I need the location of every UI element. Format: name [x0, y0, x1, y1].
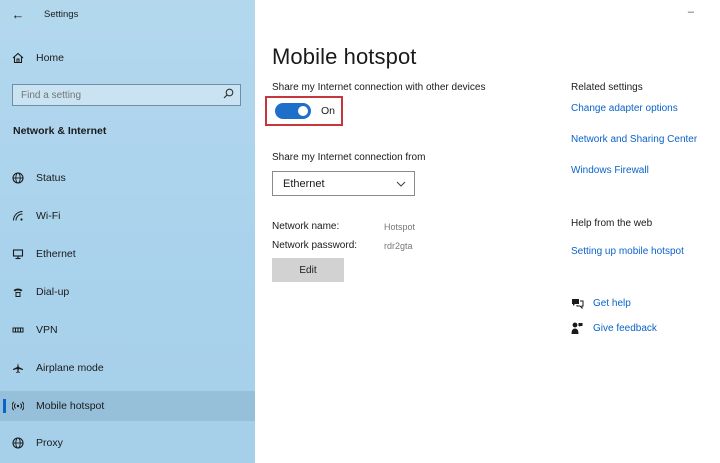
app-title: Settings — [44, 8, 79, 20]
globe-icon — [0, 172, 36, 184]
sidebar-item-label: Airplane mode — [36, 362, 104, 374]
share-from-value: Ethernet — [283, 177, 325, 190]
back-arrow-icon[interactable]: ← — [0, 7, 36, 22]
sidebar-item-label: Wi-Fi — [36, 210, 61, 222]
page-title: Mobile hotspot — [272, 44, 417, 69]
sidebar-item-status[interactable]: Status — [0, 163, 255, 193]
sidebar-item-mobile-hotspot[interactable]: Mobile hotspot — [0, 391, 255, 421]
globe-icon — [0, 437, 36, 449]
chevron-down-icon — [396, 178, 406, 190]
toggle-state-label: On — [321, 105, 336, 117]
hotspot-icon — [0, 400, 36, 412]
sidebar-item-dialup[interactable]: Dial-up — [0, 277, 255, 307]
sidebar-item-label: Proxy — [36, 437, 63, 449]
vpn-icon — [0, 324, 36, 336]
feedback-person-icon — [571, 322, 593, 335]
sidebar-item-airplane[interactable]: Airplane mode — [0, 353, 255, 383]
share-from-label: Share my Internet connection from — [272, 152, 426, 163]
toggle-knob — [298, 106, 308, 116]
sidebar-item-label: VPN — [36, 324, 58, 336]
title-bar: ← Settings — [0, 0, 255, 28]
give-feedback-row[interactable]: Give feedback — [571, 322, 657, 335]
ethernet-icon — [0, 248, 36, 260]
search-icon[interactable] — [223, 86, 234, 104]
search-field[interactable] — [12, 84, 241, 106]
hotspot-toggle[interactable] — [275, 103, 311, 119]
get-help-row[interactable]: Get help — [571, 297, 631, 309]
sidebar-item-label: Dial-up — [36, 286, 70, 298]
sidebar-item-label: Status — [36, 172, 66, 184]
edit-button[interactable]: Edit — [272, 258, 344, 282]
setting-up-hotspot-link[interactable]: Setting up mobile hotspot — [571, 246, 684, 257]
sidebar-item-label: Mobile hotspot — [36, 400, 105, 412]
sidebar-item-vpn[interactable]: VPN — [0, 315, 255, 345]
network-password-label: Network password: — [272, 240, 358, 251]
chat-help-icon — [571, 297, 593, 309]
sidebar-item-label: Ethernet — [36, 248, 76, 260]
search-input[interactable] — [21, 89, 201, 101]
share-label: Share my Internet connection with other … — [272, 82, 486, 93]
help-heading: Help from the web — [571, 218, 653, 229]
sidebar-item-label: Home — [36, 52, 65, 64]
get-help-label: Get help — [593, 297, 631, 309]
network-name-value: Hotspot — [384, 222, 416, 232]
minimize-button[interactable]: – — [688, 6, 694, 18]
sidebar: ← Settings Home Network & Internet Statu… — [0, 0, 255, 463]
network-sharing-center-link[interactable]: Network and Sharing Center — [571, 134, 697, 145]
sidebar-item-wifi[interactable]: Wi-Fi — [0, 201, 255, 231]
sidebar-item-home[interactable]: Home — [0, 43, 255, 73]
give-feedback-label: Give feedback — [593, 323, 657, 334]
airplane-icon — [0, 362, 36, 374]
sidebar-item-ethernet[interactable]: Ethernet — [0, 239, 255, 269]
network-password-value: rdr2gta — [384, 241, 413, 251]
phone-icon — [0, 286, 36, 298]
sidebar-item-proxy[interactable]: Proxy — [0, 428, 255, 458]
change-adapter-options-link[interactable]: Change adapter options — [571, 103, 678, 114]
toggle-highlight: On — [265, 96, 343, 126]
related-settings-heading: Related settings — [571, 82, 643, 93]
section-title: Network & Internet — [13, 125, 107, 137]
windows-firewall-link[interactable]: Windows Firewall — [571, 165, 649, 176]
share-from-select[interactable]: Ethernet — [272, 171, 415, 196]
home-icon — [0, 52, 36, 64]
wifi-icon — [0, 210, 36, 222]
network-name-label: Network name: — [272, 221, 340, 232]
main-panel: – Mobile hotspot Share my Internet conne… — [255, 0, 720, 463]
